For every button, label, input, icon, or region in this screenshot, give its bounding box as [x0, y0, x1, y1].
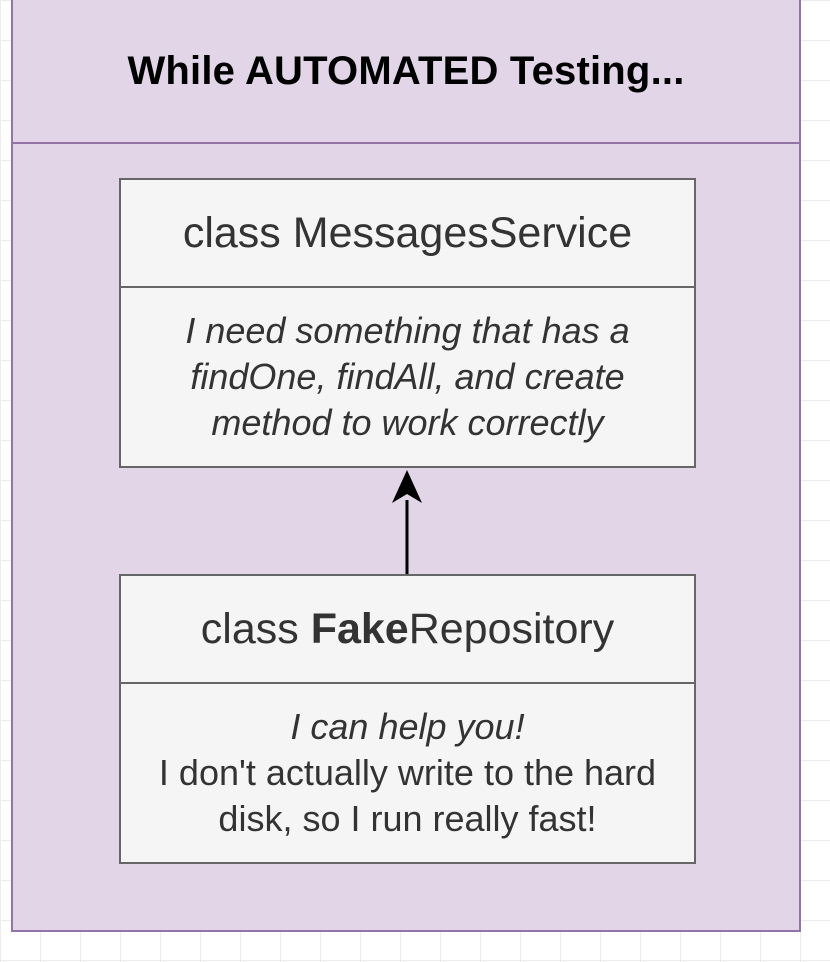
fake-repository-tagline: I can help you! [290, 706, 525, 747]
fake-repository-description: I don't actually write to the hard disk,… [158, 752, 657, 839]
fake-repository-prefix: class [200, 604, 311, 653]
fake-repository-name-bold: Fake [310, 604, 409, 653]
fake-repository-header: class Fake Repository [121, 576, 694, 684]
fake-repository-name-rest: Repository [408, 604, 615, 653]
fake-repository-body: I can help you! I don't actually write t… [121, 684, 694, 862]
arrow-head [392, 470, 422, 503]
fake-repository-class-box: class Fake Repository I can help you! I d… [119, 574, 696, 864]
